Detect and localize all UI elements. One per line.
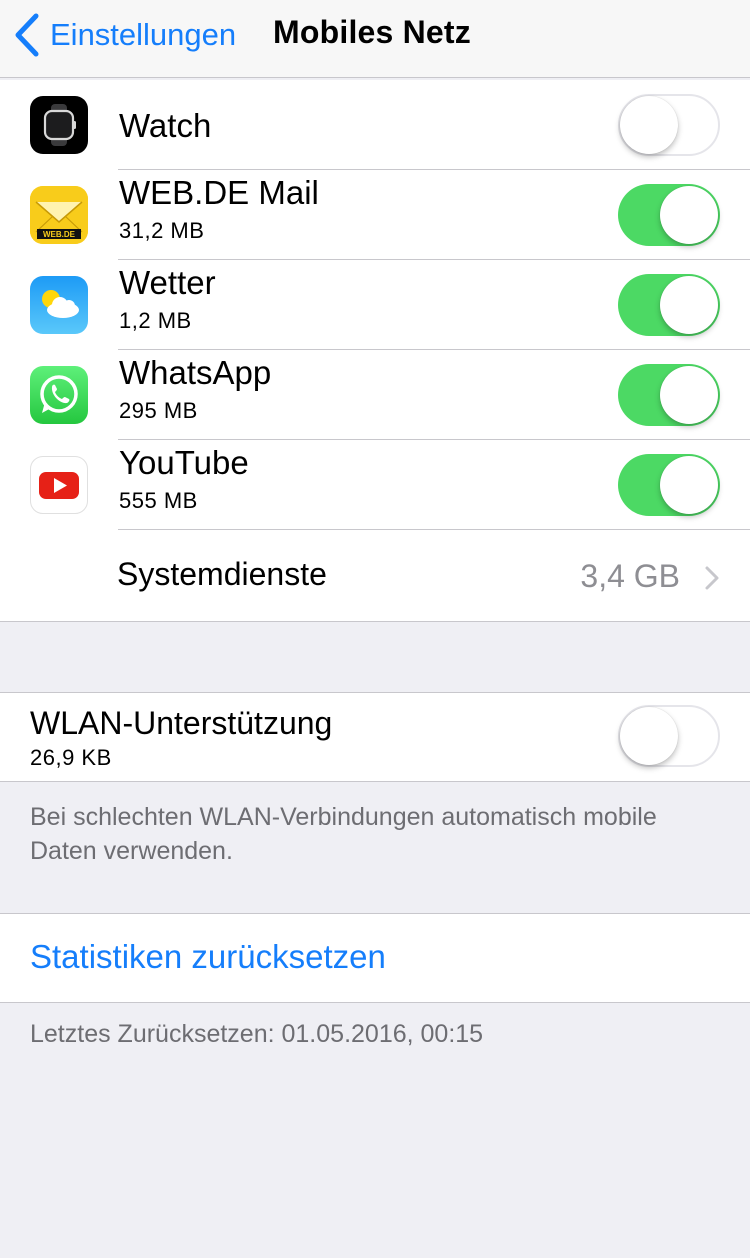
app-data-usage: 1,2 MB (119, 308, 192, 333)
reset-group: Statistiken zurücksetzen (0, 913, 750, 1003)
whatsapp-icon (30, 366, 88, 424)
app-data-usage: 31,2 MB (119, 218, 205, 243)
list-item: Wetter 1,2 MB (0, 260, 750, 350)
toggle-knob (620, 707, 678, 765)
toggle-knob (660, 366, 718, 424)
list-item: Watch (0, 80, 750, 170)
back-button[interactable]: Einstellungen (14, 10, 236, 60)
youtube-icon (30, 456, 88, 514)
app-name: WhatsApp (119, 354, 272, 391)
youtube-toggle[interactable] (618, 454, 720, 516)
apple-watch-icon (30, 96, 88, 154)
navigation-bar: Einstellungen Mobiles Netz (0, 0, 750, 78)
app-name: YouTube (119, 444, 249, 481)
toggle-knob (660, 276, 718, 334)
page-title: Mobiles Netz (273, 14, 471, 50)
footnote-line: Bei schlechten WLAN-Verbindungen automat… (30, 803, 657, 831)
list-item: WhatsApp 295 MB (0, 350, 750, 440)
app-data-usage: 555 MB (119, 488, 198, 513)
watch-toggle[interactable] (618, 94, 720, 156)
toggle-knob (660, 186, 718, 244)
list-item: YouTube 555 MB (0, 440, 750, 530)
webde-mail-icon: WEB.DE (30, 186, 88, 244)
last-reset-label: Letztes Zurücksetzen: 01.05.2016, 00:15 (30, 1020, 484, 1048)
wlan-assist-data-usage: 26,9 KB (30, 745, 112, 770)
app-name: Wetter (119, 264, 216, 301)
toggle-knob (660, 456, 718, 514)
weather-toggle[interactable] (618, 274, 720, 336)
system-services-label: Systemdienste (117, 556, 327, 592)
wlan-assist-footnote: Bei schlechten WLAN-Verbindungen automat… (30, 800, 730, 868)
toggle-knob (620, 96, 678, 154)
back-button-label: Einstellungen (50, 17, 237, 52)
wlan-assist-row: WLAN-Unterstützung 26,9 KB (0, 692, 750, 782)
app-name: Watch (119, 107, 212, 144)
whatsapp-toggle[interactable] (618, 364, 720, 426)
list-item: WEB.DE WEB.DE Mail 31,2 MB (0, 170, 750, 260)
chevron-left-icon (15, 13, 39, 57)
reset-statistics-button[interactable]: Statistiken zurücksetzen (30, 938, 386, 976)
webde-logo-text: WEB.DE (43, 230, 76, 239)
app-list: Watch WEB.DE WEB.DE Mail 31,2 MB Wetter … (0, 80, 750, 622)
system-services-value: 3,4 GB (580, 558, 680, 594)
app-name: WEB.DE Mail (119, 174, 319, 211)
webde-mail-toggle[interactable] (618, 184, 720, 246)
footnote-line: Daten verwenden. (30, 837, 233, 865)
wlan-assist-label: WLAN-Unterstützung (30, 705, 333, 741)
app-data-usage: 295 MB (119, 398, 198, 423)
chevron-right-icon (705, 566, 719, 590)
weather-icon (30, 276, 88, 334)
wlan-assist-toggle[interactable] (618, 705, 720, 767)
divider (118, 529, 750, 530)
